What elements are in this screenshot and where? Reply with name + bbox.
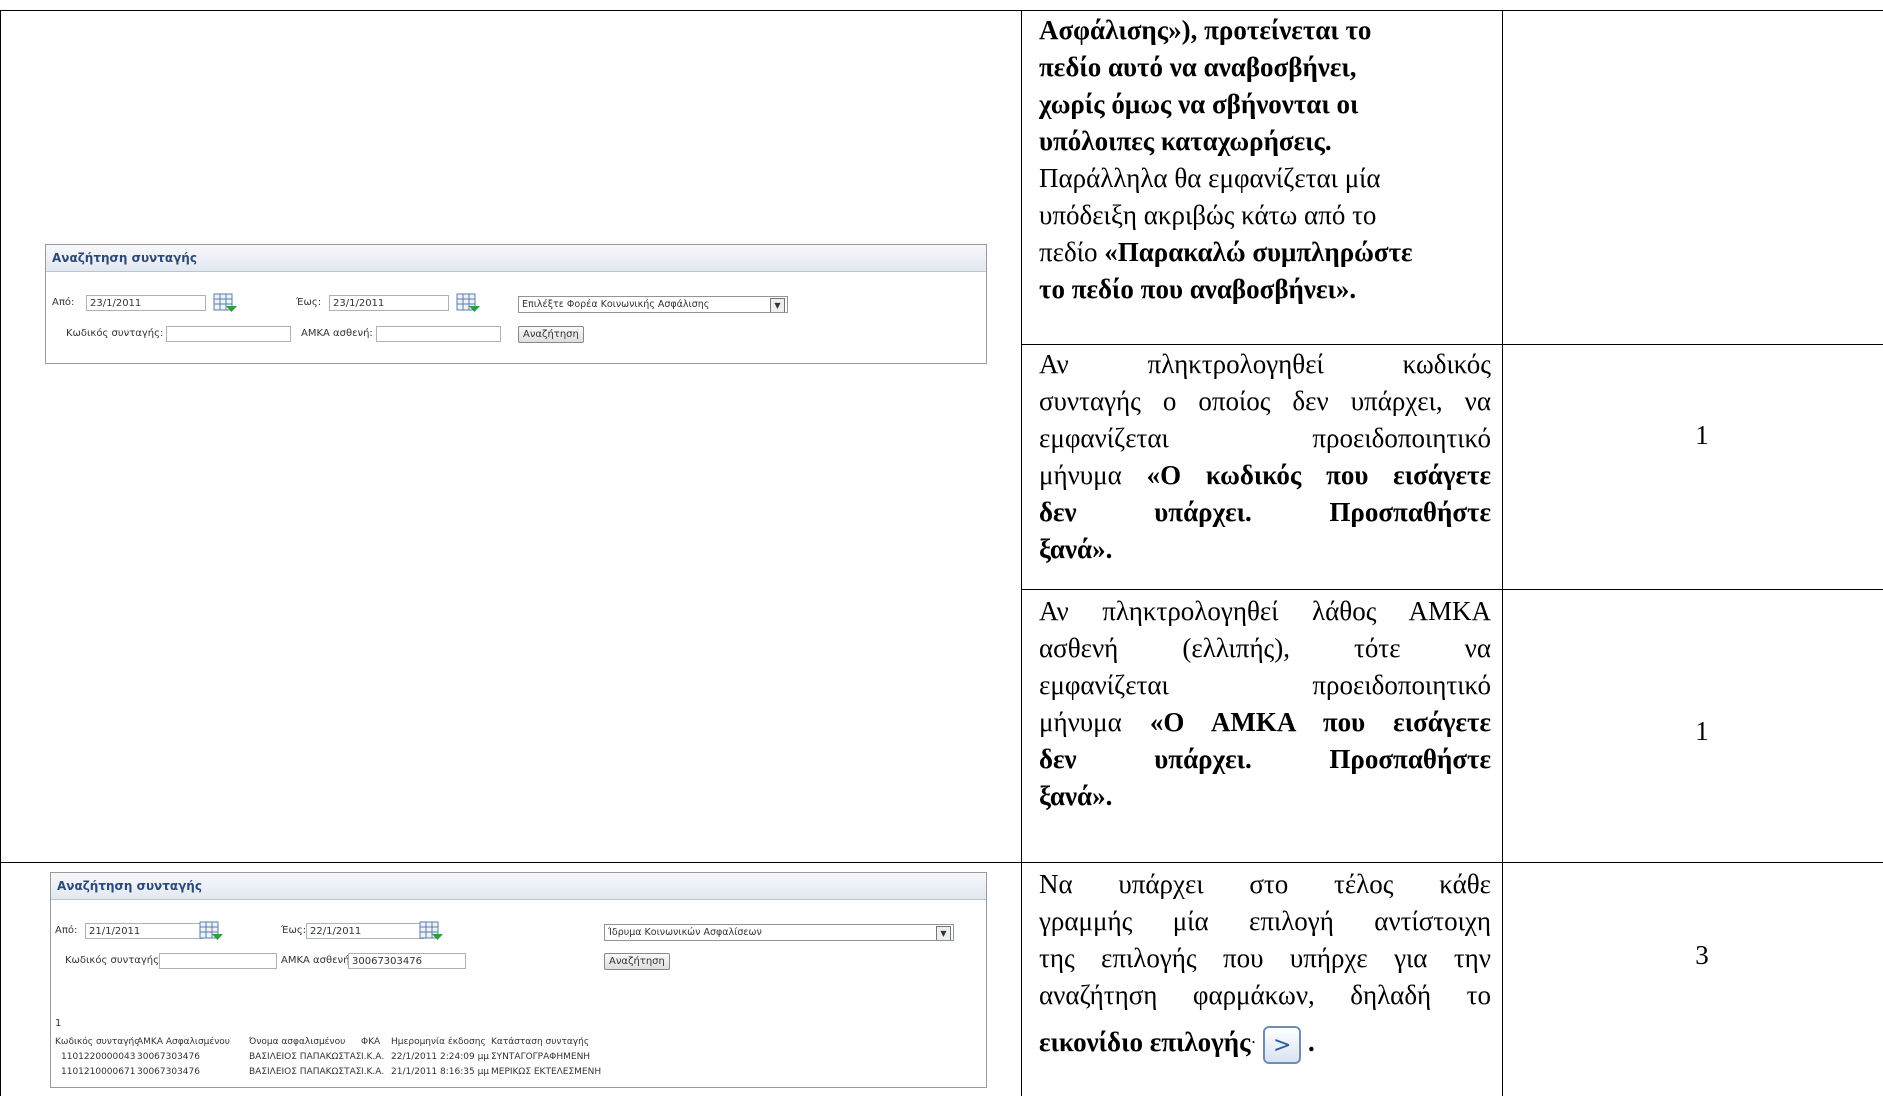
to-date-input[interactable]: 23/1/2011 (329, 295, 449, 311)
from-date-input[interactable]: 21/1/2011 (85, 923, 203, 939)
from-date-input[interactable]: 23/1/2011 (86, 295, 206, 311)
insurance-fund-select[interactable]: Επιλέξτε Φορέα Κοινωνικής Ασφάλισης ▼ (518, 296, 788, 313)
amka-label: ΑΜΚΑ ασθενή: (301, 328, 373, 339)
column-divider-2 (1502, 10, 1503, 1096)
amka-input[interactable]: 30067303476 (348, 953, 466, 969)
prescription-code-label: Κωδικός συνταγής: (65, 955, 163, 966)
row3-line: ξανά». (1039, 781, 1113, 811)
row4-number: 3 (1695, 940, 1709, 970)
insurance-fund-value: Ίδρυμα Κοινωνικών Ασφαλίσεων (608, 927, 762, 938)
row1-line: πεδίο αυτό να αναβοσβήνει, (1039, 52, 1357, 82)
row4-line: Να υπάρχει στο τέλος κάθε (1039, 869, 1491, 899)
column-header: Κατάσταση συνταγής (491, 1037, 590, 1047)
table-row[interactable]: 1101210000671 30067303476 ΒΑΣΙΛΕΙΟΣ ΠΑΠΑΚΩ… (61, 1067, 601, 1077)
row3-line: δεν υπάρχει. Προσπαθήστε (1039, 744, 1492, 774)
to-label: Έως: (296, 297, 322, 308)
select-arrow-icon: > (1263, 1025, 1302, 1064)
row2-line: Αν πληκτρολογηθεί κωδικός (1039, 349, 1492, 379)
results-header-row: Κωδικός συνταγήςΑΜΚΑ Ασφαλισμένου Όνομα α… (55, 1037, 589, 1047)
row2-line: δεν υπάρχει. Προσπαθήστε (1039, 497, 1492, 527)
column-divider-1 (1021, 10, 1022, 1096)
search-button[interactable]: Αναζήτηση (518, 326, 584, 343)
column-header: Ημερομηνία έκδοσης (391, 1037, 486, 1047)
insurance-fund-value: Επιλέξτε Φορέα Κοινωνικής Ασφάλισης (522, 299, 710, 310)
calendar-icon[interactable] (456, 293, 480, 313)
row2-line: συνταγής ο οποίος δεν υπάρχει, να (1039, 386, 1491, 416)
row4-line: εικονίδιο επιλογής· > . (1039, 1024, 1491, 1064)
row1-line: υπόδειξη ακριβώς κάτω από το (1039, 200, 1377, 230)
row-divider-3 (0, 862, 1883, 863)
search-form-title: Αναζήτηση συνταγής (46, 245, 986, 272)
row-divider-1 (1021, 344, 1883, 345)
prescription-code-input[interactable] (159, 953, 277, 969)
row2-line: μήνυμα «Ο κωδικός που εισάγετε (1039, 460, 1491, 490)
row1-line-bold: «Παρακαλώ συμπληρώστε (1104, 237, 1413, 267)
search-form-screenshot-2: Αναζήτηση συνταγής Από: 21/1/2011 Έως: 2… (50, 872, 987, 1088)
table-top-border (0, 10, 1883, 11)
row1-line: Παράλληλα θα εμφανίζεται μία (1039, 163, 1381, 193)
chevron-down-icon[interactable]: ▼ (936, 926, 951, 940)
row1-line: το πεδίο που αναβοσβήνει». (1039, 274, 1357, 304)
search-form-title: Αναζήτηση συνταγής (51, 873, 986, 900)
search-form-screenshot-1: Αναζήτηση συνταγής Από: 23/1/2011 Έως: 2… (45, 244, 987, 364)
row1-line: πεδίο (1039, 237, 1105, 267)
row4-line: αναζήτηση φαρμάκων, δηλαδή το (1039, 980, 1491, 1010)
amka-input[interactable] (376, 326, 501, 342)
row3-description: Αν πληκτρολογηθεί λάθος ΑΜΚΑ ασθενή (ελλ… (1039, 593, 1491, 815)
insurance-fund-select[interactable]: Ίδρυμα Κοινωνικών Ασφαλίσεων ▼ (604, 924, 954, 941)
column-header: Όνομα ασφαλισμένου (249, 1037, 346, 1047)
prescription-code-input[interactable] (166, 326, 291, 342)
column-header: Κωδικός συνταγής (55, 1037, 140, 1047)
row2-description: Αν πληκτρολογηθεί κωδικός συνταγής ο οπο… (1039, 346, 1491, 568)
row4-line: της επιλογής που υπήρχε για την (1039, 943, 1491, 973)
row2-line: εμφανίζεται προειδοποιητικό (1039, 423, 1491, 453)
row1-line: χωρίς όμως να σβήνονται οι (1039, 89, 1359, 119)
prescription-code-label: Κωδικός συνταγής: (66, 328, 164, 339)
to-label: Έως: (281, 925, 307, 936)
calendar-icon[interactable] (419, 921, 443, 941)
amka-label: ΑΜΚΑ ασθενή: (281, 955, 353, 966)
row-divider-2 (1021, 589, 1883, 590)
column-header: ΑΜΚΑ Ασφαλισμένου (137, 1037, 230, 1047)
calendar-icon[interactable] (213, 293, 237, 313)
column-header: ΦΚΑ (361, 1037, 381, 1047)
row2-line: ξανά». (1039, 534, 1113, 564)
row1-line: Ασφάλισης»), προτείνεται το (1039, 15, 1372, 45)
row3-line: ασθενή (ελλιπής), τότε να (1039, 633, 1491, 663)
calendar-icon[interactable] (199, 921, 223, 941)
from-label: Από: (55, 925, 78, 936)
table-row[interactable]: 1101220000043 30067303476 ΒΑΣΙΛΕΙΟΣ ΠΑΠΑΚΩ… (61, 1052, 590, 1062)
row3-line: μήνυμα «Ο ΑΜΚΑ που εισάγετε (1039, 707, 1491, 737)
page-number[interactable]: 1 (55, 1018, 61, 1029)
row3-number: 1 (1695, 716, 1709, 746)
row1-description: Ασφάλισης»), προτείνεται το πεδίο αυτό ν… (1039, 12, 1499, 308)
row3-line: Αν πληκτρολογηθεί λάθος ΑΜΚΑ (1039, 596, 1491, 626)
row4-line: γραμμής μία επιλογή αντίστοιχη (1039, 906, 1491, 936)
row1-line: υπόλοιπες καταχωρήσεις. (1039, 126, 1332, 156)
search-button[interactable]: Αναζήτηση (604, 953, 670, 970)
from-label: Από: (52, 297, 75, 308)
chevron-down-icon[interactable]: ▼ (770, 298, 785, 312)
table-left-border (0, 10, 1, 1096)
row2-number: 1 (1695, 420, 1709, 450)
to-date-input[interactable]: 22/1/2011 (306, 923, 424, 939)
row3-line: εμφανίζεται προειδοποιητικό (1039, 670, 1491, 700)
row4-description: Να υπάρχει στο τέλος κάθε γραμμής μία επ… (1039, 866, 1491, 1064)
